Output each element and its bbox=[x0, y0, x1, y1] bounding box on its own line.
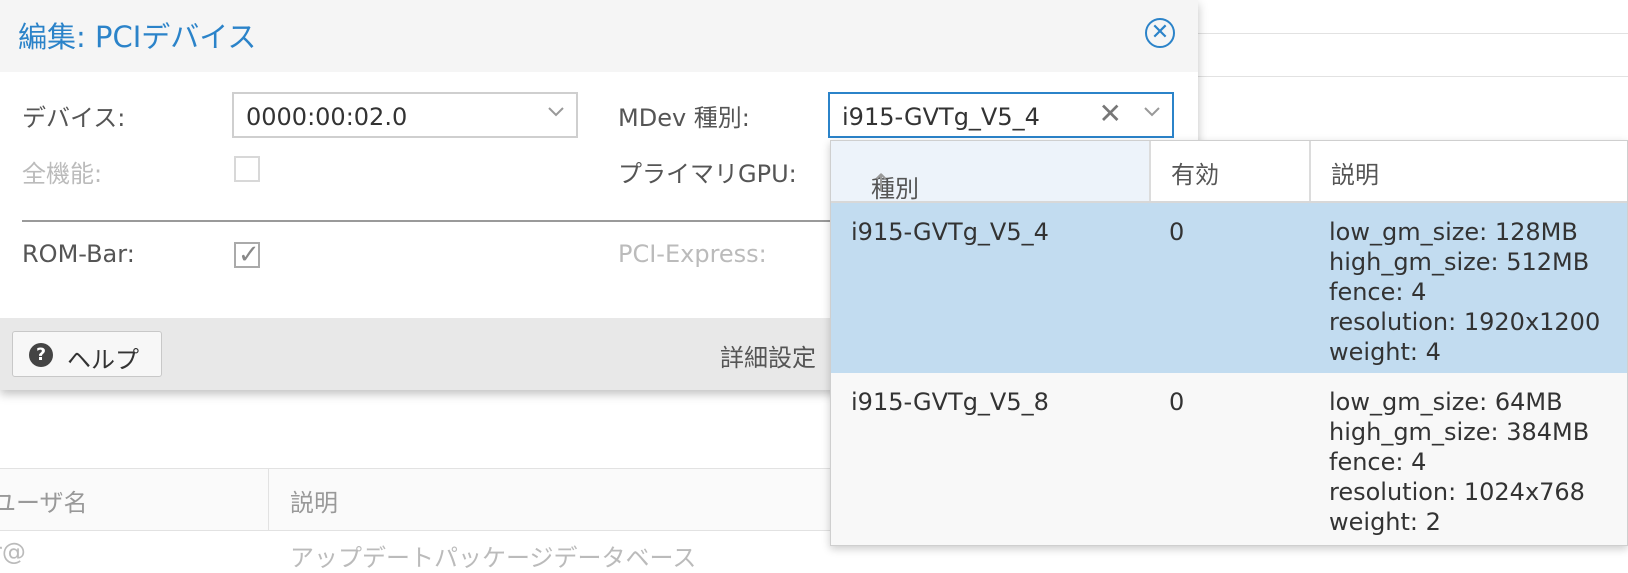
description-line: high_gm_size: 384MB bbox=[1329, 418, 1590, 446]
description-line: high_gm_size: 512MB bbox=[1329, 248, 1590, 276]
grid-cell-username[interactable]: r@ bbox=[0, 538, 26, 566]
device-combobox[interactable]: 0000:00:02.0 bbox=[232, 92, 578, 138]
chevron-down-icon[interactable] bbox=[546, 101, 566, 121]
picker-header-type[interactable]: 種別 ↑ bbox=[831, 141, 1149, 203]
mdev-type-value: i915-GVTg_V5_4 bbox=[842, 103, 1040, 131]
sort-asc-icon: ↑ bbox=[871, 169, 892, 197]
all-functions-checkbox[interactable] bbox=[234, 156, 260, 182]
background-grid-header: ユーザ名 説明 bbox=[0, 468, 830, 531]
picker-row[interactable]: i915-GVTg_V5_8 0 low_gm_size: 64MB high_… bbox=[831, 373, 1627, 545]
help-button-label: ヘルプ bbox=[67, 346, 139, 374]
picker-cell-type: i915-GVTg_V5_8 bbox=[851, 388, 1049, 416]
picker-row[interactable]: i915-GVTg_V5_4 0 low_gm_size: 128MB high… bbox=[831, 203, 1627, 373]
background-row-divider bbox=[1160, 33, 1628, 34]
rom-bar-label: ROM-Bar: bbox=[22, 240, 135, 268]
dialog-header: 編集: PCIデバイス ✕ bbox=[0, 0, 1198, 72]
picker-header-available[interactable]: 有効 bbox=[1151, 141, 1309, 201]
picker-cell-available: 0 bbox=[1169, 388, 1185, 416]
all-functions-label: 全機能: bbox=[22, 160, 103, 188]
description-line: low_gm_size: 64MB bbox=[1329, 388, 1563, 416]
picker-cell-type: i915-GVTg_V5_4 bbox=[851, 218, 1049, 246]
description-line: low_gm_size: 128MB bbox=[1329, 218, 1578, 246]
description-line: weight: 2 bbox=[1329, 508, 1441, 536]
mdev-type-label: MDev 種別: bbox=[618, 104, 750, 132]
picker-header-available-label: 有効 bbox=[1171, 161, 1219, 189]
rom-bar-checkbox[interactable]: ✓ bbox=[234, 240, 260, 270]
picker-header: 種別 ↑ 有効 説明 bbox=[831, 141, 1627, 203]
description-line: weight: 4 bbox=[1329, 338, 1441, 366]
advanced-settings-label[interactable]: 詳細設定 bbox=[720, 338, 816, 373]
grid-header-username[interactable]: ユーザ名 bbox=[0, 483, 88, 518]
picker-cell-description: low_gm_size: 128MB high_gm_size: 512MB f… bbox=[1329, 217, 1600, 367]
picker-cell-description: low_gm_size: 64MB high_gm_size: 384MB fe… bbox=[1329, 387, 1589, 537]
picker-cell-available: 0 bbox=[1169, 218, 1185, 246]
primary-gpu-label: プライマリGPU: bbox=[618, 160, 797, 188]
help-button[interactable]: ? ヘルプ bbox=[12, 331, 162, 377]
close-icon[interactable]: ✕ bbox=[1145, 18, 1175, 48]
grid-header-description[interactable]: 説明 bbox=[290, 483, 338, 518]
picker-header-description-label: 説明 bbox=[1331, 161, 1379, 189]
grid-header-separator bbox=[268, 469, 269, 530]
device-label: デバイス: bbox=[22, 104, 126, 132]
background-grid: ユーザ名 説明 r@ アップデートパッケージデータベース bbox=[0, 468, 830, 572]
description-line: resolution: 1920x1200 bbox=[1329, 308, 1601, 336]
chevron-down-icon[interactable] bbox=[1142, 101, 1162, 121]
mdev-type-picker: 種別 ↑ 有効 説明 i915-GVTg_V5_4 0 low_gm_size:… bbox=[830, 140, 1628, 546]
device-value: 0000:00:02.0 bbox=[246, 103, 408, 131]
background-row-divider bbox=[1160, 76, 1628, 77]
pci-express-label: PCI-Express: bbox=[618, 240, 767, 268]
mdev-type-combobox[interactable]: i915-GVTg_V5_4 ✕ bbox=[828, 92, 1174, 138]
question-circle-icon: ? bbox=[29, 343, 53, 367]
picker-header-description[interactable]: 説明 bbox=[1311, 141, 1627, 201]
description-line: resolution: 1024x768 bbox=[1329, 478, 1585, 506]
description-line: fence: 4 bbox=[1329, 448, 1427, 476]
dialog-title: 編集: PCIデバイス bbox=[18, 20, 257, 54]
clear-x-icon[interactable]: ✕ bbox=[1099, 99, 1122, 129]
description-line: fence: 4 bbox=[1329, 278, 1427, 306]
checkmark-icon: ✓ bbox=[238, 240, 260, 270]
grid-cell-description[interactable]: アップデートパッケージデータベース bbox=[290, 538, 696, 573]
